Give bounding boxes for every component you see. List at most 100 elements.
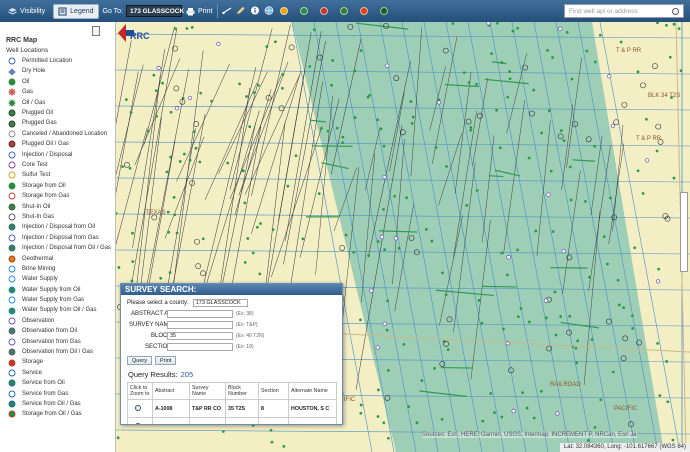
oil-well-marker[interactable] xyxy=(551,230,555,233)
oil-well-marker[interactable] xyxy=(516,248,519,252)
gas-well-marker[interactable] xyxy=(379,234,385,240)
oil-well-marker[interactable] xyxy=(540,131,544,135)
oil-well-marker[interactable] xyxy=(130,279,134,283)
status-dot-icon[interactable] xyxy=(320,7,329,15)
oil-well-marker[interactable] xyxy=(636,70,640,74)
oil-well-marker[interactable] xyxy=(248,125,252,129)
oil-well-marker[interactable] xyxy=(255,225,259,229)
oil-well-marker[interactable] xyxy=(317,192,321,196)
oil-well-marker[interactable] xyxy=(672,22,676,26)
survey-field-input[interactable] xyxy=(167,321,233,329)
oil-well-marker[interactable] xyxy=(386,369,390,372)
oil-well-marker[interactable] xyxy=(631,314,634,318)
gas-well-marker[interactable] xyxy=(393,236,399,241)
oil-well-marker[interactable] xyxy=(489,392,493,395)
oil-well-marker[interactable] xyxy=(190,26,194,29)
status-dot-icon[interactable] xyxy=(280,7,289,15)
gas-well-marker[interactable] xyxy=(546,192,551,197)
gas-well-marker[interactable] xyxy=(555,411,560,416)
well-location-marker[interactable] xyxy=(640,82,646,89)
gas-well-marker[interactable] xyxy=(655,279,661,284)
oil-well-marker[interactable] xyxy=(508,70,512,73)
oil-well-marker[interactable] xyxy=(585,49,589,53)
oil-well-marker[interactable] xyxy=(330,83,333,87)
oil-well-marker[interactable] xyxy=(590,338,594,341)
oil-well-marker[interactable] xyxy=(516,26,519,30)
oil-well-marker[interactable] xyxy=(359,403,363,407)
oil-well-marker[interactable] xyxy=(469,126,473,129)
oil-well-marker[interactable] xyxy=(559,315,563,318)
address-search-input[interactable]: Find well api or address xyxy=(564,4,684,18)
oil-well-marker[interactable] xyxy=(593,60,597,64)
oil-well-marker[interactable] xyxy=(606,262,609,266)
oil-well-marker[interactable] xyxy=(252,91,256,95)
oil-well-marker[interactable] xyxy=(658,394,662,397)
zoom-cell[interactable] xyxy=(127,417,153,424)
oil-well-marker[interactable] xyxy=(313,28,316,32)
well-location-marker[interactable] xyxy=(621,101,628,108)
zoom-to-icon[interactable] xyxy=(135,422,141,424)
oil-well-marker[interactable] xyxy=(382,207,385,211)
oil-well-marker[interactable] xyxy=(154,89,158,93)
oil-well-marker[interactable] xyxy=(280,86,284,90)
identify-tool[interactable] xyxy=(250,6,260,17)
oil-well-marker[interactable] xyxy=(446,348,450,352)
well-location-marker[interactable] xyxy=(613,119,620,126)
gas-well-marker[interactable] xyxy=(187,95,193,101)
oil-well-marker[interactable] xyxy=(420,379,424,382)
oil-well-marker[interactable] xyxy=(617,303,621,307)
oil-well-marker[interactable] xyxy=(382,144,386,148)
visibility-button[interactable]: Visibility xyxy=(4,5,49,18)
oil-well-marker[interactable] xyxy=(341,135,345,139)
gas-well-marker[interactable] xyxy=(610,123,616,129)
oil-well-marker[interactable] xyxy=(319,127,323,130)
oil-well-marker[interactable] xyxy=(583,200,587,203)
oil-well-marker[interactable] xyxy=(241,169,245,173)
oil-well-marker[interactable] xyxy=(411,115,415,119)
well-location-marker[interactable] xyxy=(173,85,180,92)
oil-well-marker[interactable] xyxy=(281,73,285,76)
oil-well-marker[interactable] xyxy=(331,59,335,62)
oil-well-marker[interactable] xyxy=(495,108,498,112)
oil-well-marker[interactable] xyxy=(575,361,579,365)
oil-well-marker[interactable] xyxy=(511,29,515,33)
oil-well-marker[interactable] xyxy=(568,314,572,318)
oil-well-marker[interactable] xyxy=(593,144,597,148)
oil-well-marker[interactable] xyxy=(308,65,312,68)
well-location-marker[interactable] xyxy=(652,63,658,69)
oil-well-marker[interactable] xyxy=(173,213,177,217)
survey-field-input[interactable]: 35 xyxy=(167,332,233,340)
status-dot-icon[interactable] xyxy=(360,7,369,15)
oil-well-marker[interactable] xyxy=(656,341,659,345)
oil-well-marker[interactable] xyxy=(341,141,345,145)
oil-well-marker[interactable] xyxy=(199,91,203,95)
oil-well-marker[interactable] xyxy=(547,109,551,113)
oil-well-marker[interactable] xyxy=(243,201,247,205)
oil-well-marker[interactable] xyxy=(353,69,357,73)
oil-well-marker[interactable] xyxy=(159,276,163,280)
oil-well-marker[interactable] xyxy=(131,260,135,263)
oil-well-marker[interactable] xyxy=(286,184,290,188)
oil-well-marker[interactable] xyxy=(352,250,356,254)
oil-well-marker[interactable] xyxy=(165,170,169,174)
oil-well-marker[interactable] xyxy=(434,146,438,149)
oil-well-marker[interactable] xyxy=(528,320,531,324)
oil-well-marker[interactable] xyxy=(525,406,529,410)
oil-well-marker[interactable] xyxy=(116,212,118,215)
oil-well-marker[interactable] xyxy=(576,339,580,343)
oil-well-marker[interactable] xyxy=(549,169,553,173)
basemap-tool[interactable] xyxy=(264,5,274,17)
oil-well-marker[interactable] xyxy=(146,129,150,133)
oil-well-marker[interactable] xyxy=(353,116,357,119)
oil-well-marker[interactable] xyxy=(500,415,504,419)
oil-well-marker[interactable] xyxy=(609,196,612,200)
oil-well-marker[interactable] xyxy=(407,405,411,408)
oil-well-marker[interactable] xyxy=(665,23,668,27)
oil-well-marker[interactable] xyxy=(294,154,298,158)
oil-well-marker[interactable] xyxy=(440,418,444,421)
oil-well-marker[interactable] xyxy=(500,61,504,64)
well-location-marker[interactable] xyxy=(339,245,346,251)
oil-well-marker[interactable] xyxy=(559,129,563,132)
oil-well-marker[interactable] xyxy=(500,251,503,255)
oil-well-marker[interactable] xyxy=(383,248,387,252)
